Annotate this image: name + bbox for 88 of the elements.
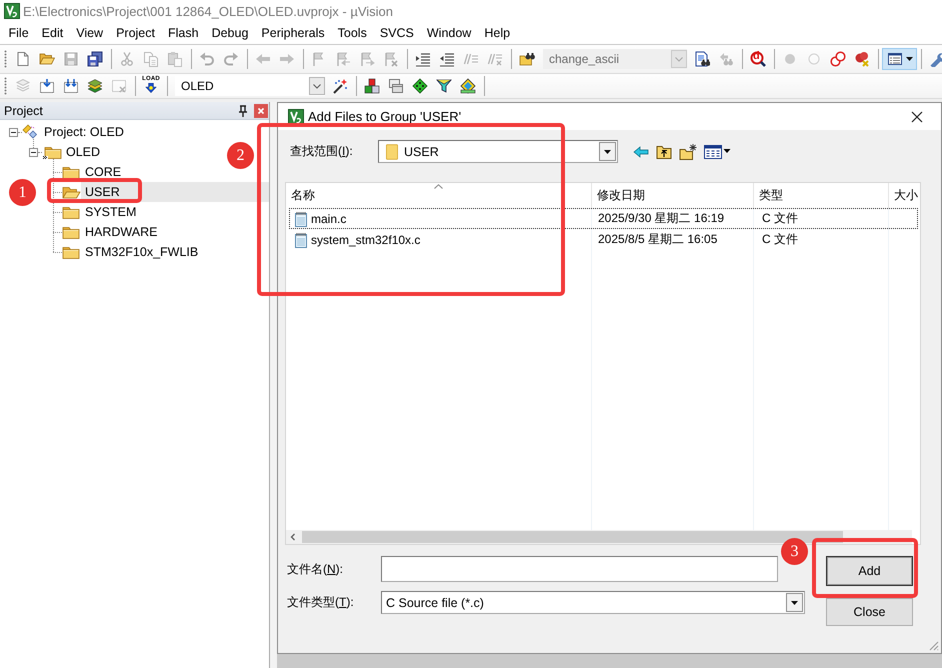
toolbar-combo[interactable]: OLED bbox=[175, 76, 325, 96]
panel-title: Project bbox=[4, 104, 44, 118]
circles-icon[interactable] bbox=[830, 51, 846, 67]
file-type: C 文件 bbox=[761, 231, 799, 248]
dialog-title: Add Files to Group 'USER' bbox=[308, 109, 462, 124]
file-type-label: 文件类型(T): bbox=[287, 594, 355, 611]
file-type: C 文件 bbox=[761, 210, 799, 227]
new-folder-icon[interactable] bbox=[679, 144, 697, 160]
file-name-field[interactable] bbox=[381, 556, 778, 582]
tree-item[interactable]: OLED bbox=[62, 142, 106, 162]
folder-icon bbox=[386, 144, 398, 160]
open-folder-icon[interactable] bbox=[39, 51, 55, 67]
window-title: E:\Electronics\Project\001 12864_OLED\OLED.uvprojx - µVision bbox=[23, 4, 393, 18]
menu-item[interactable]: Project bbox=[110, 23, 162, 43]
app-logo-icon bbox=[288, 108, 304, 124]
menu-item[interactable]: File bbox=[2, 23, 36, 43]
circles-cross-icon[interactable] bbox=[854, 51, 870, 67]
collapse-icon[interactable] bbox=[8, 128, 18, 136]
grid-down-arrow-icon[interactable] bbox=[39, 78, 55, 94]
cubes-icon[interactable] bbox=[364, 78, 380, 94]
menu-item[interactable]: SVCS bbox=[373, 23, 420, 43]
close-icon[interactable] bbox=[911, 110, 923, 122]
date-modified: 2025/9/30 星期二 16:19 bbox=[597, 210, 726, 227]
look-in-label: 查找范围(I): bbox=[290, 143, 354, 160]
stacked-windows-icon[interactable] bbox=[388, 78, 404, 94]
look-in-combo[interactable]: USER bbox=[378, 140, 618, 163]
tree-item[interactable]: USER bbox=[81, 182, 269, 202]
tree-item[interactable]: SYSTEM bbox=[81, 202, 142, 222]
file-name-label: 文件名(N): bbox=[287, 560, 344, 578]
page-icon[interactable] bbox=[15, 51, 31, 67]
funnel-icon[interactable] bbox=[436, 78, 452, 94]
dialog-button[interactable]: Close bbox=[826, 598, 913, 626]
file-row[interactable]: main.c 2025/9/30 星期二 16:19 C 文件 bbox=[289, 208, 918, 229]
menu-item[interactable]: Peripherals bbox=[254, 23, 332, 43]
menu-item[interactable]: Flash bbox=[161, 23, 206, 43]
scrollbar-thumb[interactable] bbox=[302, 531, 843, 543]
grid-arrows-icon[interactable] bbox=[63, 78, 79, 94]
menu-item[interactable]: Help bbox=[478, 23, 517, 43]
folder-binoculars-icon[interactable] bbox=[519, 51, 535, 67]
file-row[interactable]: system_stm32f10x.c 2025/8/5 星期二 16:05 C 文件 bbox=[289, 229, 918, 250]
view-menu-icon[interactable] bbox=[704, 144, 731, 158]
dialog-button[interactable]: Add bbox=[826, 556, 913, 586]
menu-item[interactable]: View bbox=[70, 23, 110, 43]
file-type-combo[interactable]: C Source file (*.c) bbox=[381, 591, 805, 614]
indent-icon[interactable] bbox=[415, 51, 431, 67]
left-arrow-icon[interactable] bbox=[633, 146, 649, 158]
outdent-icon[interactable] bbox=[439, 51, 455, 67]
floppy-disks-icon[interactable] bbox=[87, 51, 103, 67]
folder-icon bbox=[62, 244, 81, 260]
folder-icon bbox=[62, 204, 81, 220]
resize-grip-icon[interactable] bbox=[928, 640, 939, 651]
tree-item[interactable]: Project: OLED bbox=[40, 122, 130, 142]
pin-icon[interactable] bbox=[238, 104, 248, 116]
diamond-panel-icon[interactable] bbox=[460, 78, 476, 94]
horizontal-scrollbar[interactable] bbox=[286, 530, 912, 544]
toolbar-button[interactable] bbox=[882, 48, 917, 70]
app-logo-icon bbox=[4, 3, 20, 19]
document-binoculars-icon[interactable] bbox=[694, 51, 710, 67]
menu-item[interactable]: Tools bbox=[331, 23, 374, 43]
toolbar-button[interactable]: d bbox=[746, 48, 770, 70]
magic-wand-icon[interactable] bbox=[332, 78, 348, 94]
folder-icon bbox=[62, 224, 81, 240]
document-icon bbox=[293, 232, 309, 248]
document-icon bbox=[293, 210, 309, 226]
grip-icon[interactable] bbox=[4, 77, 7, 95]
tree-item[interactable]: STM32F10x_FWLIB bbox=[81, 242, 204, 262]
grip-icon[interactable] bbox=[4, 50, 7, 68]
diamond-icon[interactable] bbox=[412, 78, 428, 94]
chevron-down-icon[interactable] bbox=[309, 77, 325, 95]
collapse-icon[interactable] bbox=[28, 148, 38, 156]
folder-icon bbox=[62, 164, 81, 180]
magnifier-icon[interactable] bbox=[750, 51, 766, 67]
caret-icon[interactable] bbox=[906, 57, 912, 61]
file-name: system_stm32f10x.c bbox=[311, 232, 420, 246]
wrench-icon[interactable] bbox=[929, 51, 942, 67]
layers-icon[interactable] bbox=[87, 78, 103, 94]
open-folder-icon bbox=[62, 184, 81, 200]
folder-up-icon[interactable] bbox=[656, 144, 672, 158]
tree-item[interactable]: CORE bbox=[81, 162, 128, 182]
menu-item[interactable]: Debug bbox=[205, 23, 255, 43]
menu-item[interactable]: Window bbox=[420, 23, 478, 43]
window-list-icon[interactable] bbox=[886, 51, 902, 67]
menu-item[interactable]: Edit bbox=[35, 23, 70, 43]
date-modified: 2025/8/5 星期二 16:05 bbox=[597, 231, 718, 248]
file-name: main.c bbox=[311, 212, 346, 226]
tree-item[interactable]: HARDWARE bbox=[81, 222, 164, 242]
folder-gear-icon bbox=[42, 144, 62, 160]
down-arrow-icon[interactable] bbox=[143, 83, 159, 96]
